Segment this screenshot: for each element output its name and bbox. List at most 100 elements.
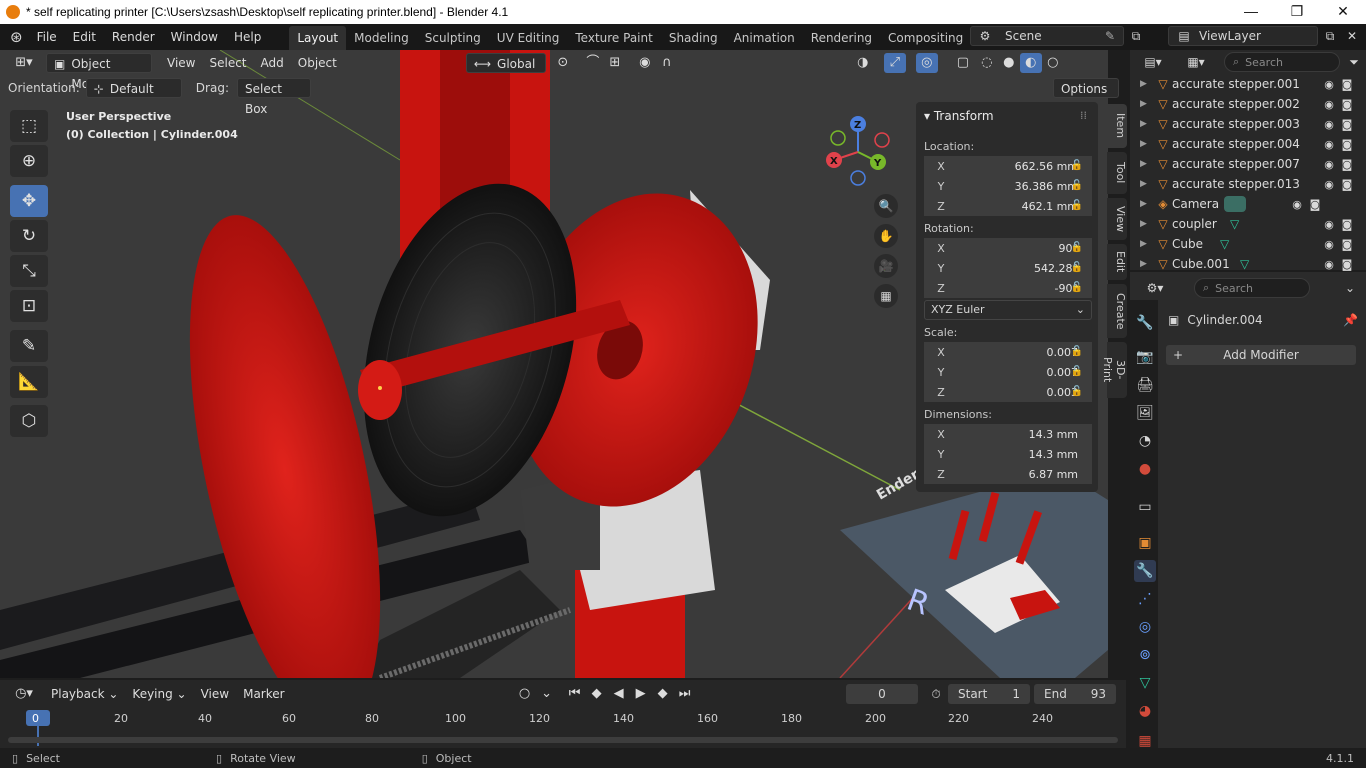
outliner-search-input[interactable]: ⌕ Search: [1224, 52, 1340, 72]
snap-target-icon[interactable]: ⊞: [604, 53, 626, 73]
outliner-row[interactable]: ▶ ▽ accurate stepper.004 ◉ ◙: [1140, 134, 1356, 154]
snap-icon[interactable]: ⌒: [582, 53, 604, 73]
remove-viewlayer-icon[interactable]: ✕: [1342, 26, 1362, 46]
filter-icon[interactable]: ⏷: [1344, 52, 1364, 72]
transform-tool-icon[interactable]: ⊡: [10, 290, 48, 322]
menu-help[interactable]: Help: [226, 24, 269, 50]
navigation-gizmo[interactable]: Z X Y: [822, 112, 896, 188]
tab-texture-paint[interactable]: Texture Paint: [567, 26, 660, 50]
view-layer-properties-icon[interactable]: 🖼: [1134, 402, 1156, 424]
overlays-toggle-icon[interactable]: ◎: [915, 53, 938, 73]
menu-object[interactable]: Object: [291, 53, 344, 73]
scene-selector[interactable]: ⚙ Scene ✎: [970, 26, 1124, 46]
rotation-mode-dropdown[interactable]: XYZ Euler ⌄: [924, 300, 1092, 320]
scale-tool-icon[interactable]: ⤡: [10, 255, 48, 287]
data-properties-icon[interactable]: ▽: [1134, 672, 1156, 694]
scale-x-field[interactable]: X 0.007: [924, 342, 1092, 362]
output-properties-icon[interactable]: 🖨: [1134, 374, 1156, 396]
lock-icon[interactable]: 🔓: [1070, 242, 1084, 254]
jump-start-icon[interactable]: ⏮: [564, 684, 586, 704]
dimensions-y-field[interactable]: Y 14.3 mm: [924, 444, 1092, 464]
menu-select[interactable]: Select: [202, 53, 253, 73]
tab-view[interactable]: View: [1107, 198, 1127, 240]
add-cube-tool-icon[interactable]: ⬡: [10, 405, 48, 437]
falloff-icon[interactable]: ∩: [656, 53, 678, 73]
tab-item[interactable]: Item: [1107, 104, 1127, 148]
add-modifier-button[interactable]: + Add Modifier: [1166, 345, 1356, 365]
menu-edit[interactable]: Edit: [65, 24, 104, 50]
modifier-properties-icon[interactable]: 🔧: [1134, 560, 1156, 582]
drag-handle-icon[interactable]: ⁞⁞: [1080, 109, 1087, 122]
constraints-properties-icon[interactable]: ⊚: [1134, 644, 1156, 666]
outliner-row[interactable]: ▶ ▽ accurate stepper.002 ◉ ◙: [1140, 94, 1356, 114]
xray-toggle-icon[interactable]: ▢: [952, 53, 974, 73]
move-tool-icon[interactable]: ✥: [10, 185, 48, 217]
scene-properties-icon[interactable]: ◔: [1134, 430, 1156, 452]
new-scene-icon[interactable]: ⧉: [1126, 26, 1146, 46]
lock-icon[interactable]: 🔓: [1070, 282, 1084, 294]
tab-compositing[interactable]: Compositing: [880, 26, 971, 50]
mode-dropdown[interactable]: ▣ Object Mode: [46, 53, 152, 91]
tab-tool[interactable]: Tool: [1107, 152, 1127, 194]
menu-render[interactable]: Render: [104, 24, 163, 50]
viewlayer-selector[interactable]: ▤ ViewLayer: [1168, 26, 1318, 46]
properties-editor-icon[interactable]: ⚙▾: [1138, 278, 1172, 298]
material-preview-icon[interactable]: ◐: [1019, 53, 1042, 73]
drag-dropdown[interactable]: Select Box: [236, 78, 311, 116]
lock-icon[interactable]: 🔓: [1070, 200, 1084, 212]
wireframe-shading-icon[interactable]: ◌: [976, 53, 998, 73]
maximize-button[interactable]: ❐: [1274, 0, 1320, 24]
next-keyframe-icon[interactable]: ◆: [652, 684, 674, 704]
render-properties-icon[interactable]: 📷: [1134, 346, 1156, 368]
editor-type-icon[interactable]: ⊞▾: [8, 53, 40, 73]
outliner-row[interactable]: ▶ ◈ Camera ◉ ◙: [1140, 194, 1356, 214]
keying-set-icon[interactable]: ⌄: [536, 684, 558, 704]
location-z-field[interactable]: Z 462.1 mm: [924, 196, 1092, 216]
new-viewlayer-icon[interactable]: ⧉: [1320, 26, 1340, 46]
auto-keying-icon[interactable]: ○: [514, 684, 536, 704]
tab-sculpting[interactable]: Sculpting: [417, 26, 489, 50]
tab-rendering[interactable]: Rendering: [803, 26, 880, 50]
timeline-scrollbar[interactable]: [8, 737, 1118, 743]
jump-end-icon[interactable]: ⏭: [674, 684, 696, 704]
physics-properties-icon[interactable]: ◎: [1134, 616, 1156, 638]
properties-search-input[interactable]: ⌕ Search: [1194, 278, 1310, 298]
rotation-y-field[interactable]: Y 542.28°: [924, 258, 1092, 278]
lock-icon[interactable]: 🔓: [1070, 366, 1084, 378]
tab-edit[interactable]: Edit: [1107, 244, 1127, 280]
annotate-tool-icon[interactable]: ✎: [10, 330, 48, 362]
tab-animation[interactable]: Animation: [726, 26, 803, 50]
camera-view-icon[interactable]: 🎥: [874, 254, 898, 278]
scale-z-field[interactable]: Z 0.003: [924, 382, 1092, 402]
menu-add[interactable]: Add: [254, 53, 291, 73]
rotation-z-field[interactable]: Z -90°: [924, 278, 1092, 298]
tool-properties-icon[interactable]: 🔧: [1134, 312, 1156, 334]
zoom-icon[interactable]: 🔍: [874, 194, 898, 218]
perspective-grid-icon[interactable]: ▦: [874, 284, 898, 308]
rendered-shading-icon[interactable]: ○: [1042, 53, 1064, 73]
location-y-field[interactable]: Y 36.386 mm: [924, 176, 1092, 196]
end-frame-field[interactable]: End 93: [1034, 684, 1116, 704]
tab-uv-editing[interactable]: UV Editing: [489, 26, 568, 50]
menu-window[interactable]: Window: [163, 24, 226, 50]
chevron-down-icon[interactable]: ⌄: [1340, 278, 1360, 298]
minimize-button[interactable]: —: [1228, 0, 1274, 24]
rotation-x-field[interactable]: X 90°: [924, 238, 1092, 258]
material-properties-icon[interactable]: ◕: [1134, 700, 1156, 722]
collection-properties-icon[interactable]: ▭: [1134, 496, 1156, 518]
stopwatch-icon[interactable]: ⏱: [926, 684, 946, 704]
outliner-row[interactable]: ▶ ▽ accurate stepper.007 ◉ ◙: [1140, 154, 1356, 174]
particles-properties-icon[interactable]: ⋰: [1134, 588, 1156, 610]
outliner-row[interactable]: ▶ ▽ accurate stepper.013 ◉ ◙: [1140, 174, 1356, 194]
measure-tool-icon[interactable]: 📐: [10, 366, 48, 398]
timeline-editor-icon[interactable]: ◷▾: [8, 684, 40, 704]
outliner-row[interactable]: ▶ ▽ accurate stepper.001 ◉ ◙: [1140, 74, 1356, 94]
lock-icon[interactable]: 🔓: [1070, 160, 1084, 172]
pivot-point-icon[interactable]: ⊙: [552, 53, 574, 73]
lock-icon[interactable]: 🔓: [1070, 386, 1084, 398]
menu-file[interactable]: File: [29, 24, 65, 50]
blender-menu-icon[interactable]: ⊛: [0, 24, 29, 50]
tab-layout[interactable]: Layout: [289, 26, 347, 50]
object-properties-icon[interactable]: ▣: [1134, 532, 1156, 554]
tab-3d-print[interactable]: 3D-Print: [1101, 342, 1127, 398]
